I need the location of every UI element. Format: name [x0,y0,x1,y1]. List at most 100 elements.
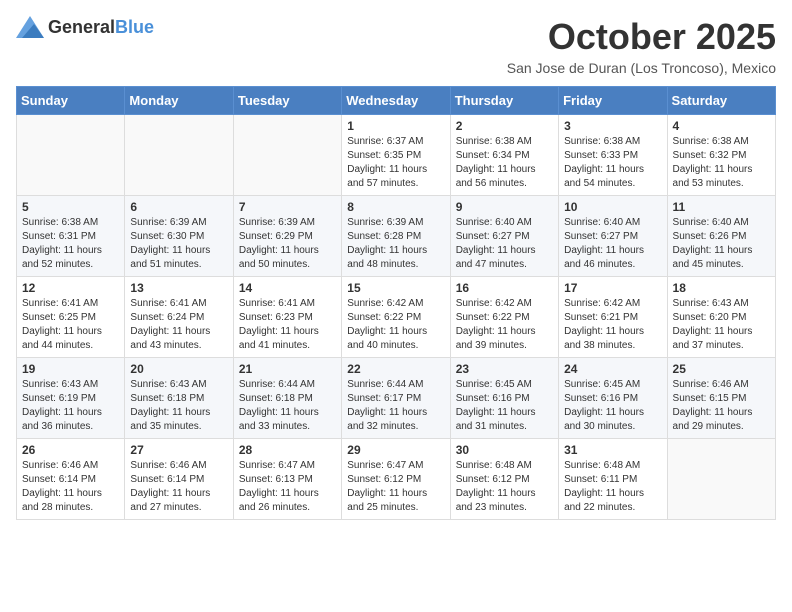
calendar-table: SundayMondayTuesdayWednesdayThursdayFrid… [16,86,776,520]
cell-info: Sunrise: 6:45 AMSunset: 6:16 PMDaylight:… [456,378,553,434]
cell-info: Sunrise: 6:38 AMSunset: 6:33 PMDaylight:… [564,135,661,191]
cell-info: Sunrise: 6:41 AMSunset: 6:23 PMDaylight:… [239,297,336,353]
cell-info: Sunrise: 6:41 AMSunset: 6:25 PMDaylight:… [22,297,119,353]
cell-info: Sunrise: 6:38 AMSunset: 6:32 PMDaylight:… [673,135,770,191]
cell-info: Sunrise: 6:40 AMSunset: 6:27 PMDaylight:… [564,216,661,272]
cell-info: Sunrise: 6:38 AMSunset: 6:31 PMDaylight:… [22,216,119,272]
day-number: 1 [347,119,444,133]
cell-info: Sunrise: 6:44 AMSunset: 6:17 PMDaylight:… [347,378,444,434]
cell-info: Sunrise: 6:46 AMSunset: 6:15 PMDaylight:… [673,378,770,434]
calendar-cell: 7Sunrise: 6:39 AMSunset: 6:29 PMDaylight… [233,196,341,277]
location-title: San Jose de Duran (Los Troncoso), Mexico [507,60,776,76]
day-number: 24 [564,362,661,376]
day-number: 5 [22,200,119,214]
month-title: October 2025 [507,16,776,58]
weekday-header-wednesday: Wednesday [342,87,450,115]
logo-general: General [48,17,115,37]
day-number: 12 [22,281,119,295]
cell-info: Sunrise: 6:48 AMSunset: 6:12 PMDaylight:… [456,459,553,515]
day-number: 25 [673,362,770,376]
weekday-header-thursday: Thursday [450,87,558,115]
page-header: GeneralBlue October 2025 San Jose de Dur… [16,16,776,76]
calendar-week-2: 5 Sunrise: 6:38 AMSunset: 6:31 PMDaylight… [17,196,776,277]
calendar-cell: 28 Sunrise: 6:47 AMSunset: 6:13 PMDayligh… [233,439,341,520]
calendar-week-1: 1 Sunrise: 6:37 AMSunset: 6:35 PMDaylight… [17,115,776,196]
cell-info: Sunrise: 6:44 AMSunset: 6:18 PMDaylight:… [239,378,336,434]
day-number: 26 [22,443,119,457]
day-number: 10 [564,200,661,214]
cell-info: Sunrise: 6:43 AMSunset: 6:19 PMDaylight:… [22,378,119,434]
calendar-cell: 1 Sunrise: 6:37 AMSunset: 6:35 PMDaylight… [342,115,450,196]
calendar-cell [17,115,125,196]
calendar-cell: 30 Sunrise: 6:48 AMSunset: 6:12 PMDayligh… [450,439,558,520]
cell-info: Sunrise: 6:43 AMSunset: 6:20 PMDaylight:… [673,297,770,353]
calendar-cell [667,439,775,520]
calendar-cell: 17Sunrise: 6:42 AMSunset: 6:21 PMDayligh… [559,277,667,358]
cell-info: Sunrise: 6:42 AMSunset: 6:22 PMDaylight:… [456,297,553,353]
calendar-cell: 21Sunrise: 6:44 AMSunset: 6:18 PMDayligh… [233,358,341,439]
calendar-cell: 13 Sunrise: 6:41 AMSunset: 6:24 PMDayligh… [125,277,233,358]
calendar-cell: 27 Sunrise: 6:46 AMSunset: 6:14 PMDayligh… [125,439,233,520]
day-number: 19 [22,362,119,376]
day-number: 20 [130,362,227,376]
day-number: 18 [673,281,770,295]
day-number: 8 [347,200,444,214]
calendar-cell: 25 Sunrise: 6:46 AMSunset: 6:15 PMDayligh… [667,358,775,439]
calendar-week-3: 12 Sunrise: 6:41 AMSunset: 6:25 PMDayligh… [17,277,776,358]
day-number: 22 [347,362,444,376]
calendar-cell: 16Sunrise: 6:42 AMSunset: 6:22 PMDayligh… [450,277,558,358]
weekday-header-row: SundayMondayTuesdayWednesdayThursdayFrid… [17,87,776,115]
cell-info: Sunrise: 6:47 AMSunset: 6:13 PMDaylight:… [239,459,336,515]
day-number: 23 [456,362,553,376]
cell-info: Sunrise: 6:40 AMSunset: 6:26 PMDaylight:… [673,216,770,272]
day-number: 14 [239,281,336,295]
cell-info: Sunrise: 6:47 AMSunset: 6:12 PMDaylight:… [347,459,444,515]
day-number: 29 [347,443,444,457]
calendar-cell: 23 Sunrise: 6:45 AMSunset: 6:16 PMDayligh… [450,358,558,439]
calendar-cell: 19 Sunrise: 6:43 AMSunset: 6:19 PMDayligh… [17,358,125,439]
cell-info: Sunrise: 6:39 AMSunset: 6:29 PMDaylight:… [239,216,336,272]
day-number: 9 [456,200,553,214]
calendar-cell: 26 Sunrise: 6:46 AMSunset: 6:14 PMDayligh… [17,439,125,520]
calendar-cell: 22 Sunrise: 6:44 AMSunset: 6:17 PMDayligh… [342,358,450,439]
cell-info: Sunrise: 6:39 AMSunset: 6:30 PMDaylight:… [130,216,227,272]
calendar-cell: 5 Sunrise: 6:38 AMSunset: 6:31 PMDaylight… [17,196,125,277]
cell-info: Sunrise: 6:46 AMSunset: 6:14 PMDaylight:… [130,459,227,515]
weekday-header-monday: Monday [125,87,233,115]
cell-info: Sunrise: 6:48 AMSunset: 6:11 PMDaylight:… [564,459,661,515]
calendar-week-5: 26 Sunrise: 6:46 AMSunset: 6:14 PMDayligh… [17,439,776,520]
cell-info: Sunrise: 6:42 AMSunset: 6:22 PMDaylight:… [347,297,444,353]
day-number: 11 [673,200,770,214]
calendar-cell: 9 Sunrise: 6:40 AMSunset: 6:27 PMDaylight… [450,196,558,277]
title-block: October 2025 San Jose de Duran (Los Tron… [507,16,776,76]
cell-info: Sunrise: 6:38 AMSunset: 6:34 PMDaylight:… [456,135,553,191]
calendar-cell: 29 Sunrise: 6:47 AMSunset: 6:12 PMDayligh… [342,439,450,520]
cell-info: Sunrise: 6:42 AMSunset: 6:21 PMDaylight:… [564,297,661,353]
logo: GeneralBlue [16,16,154,38]
calendar-cell: 14 Sunrise: 6:41 AMSunset: 6:23 PMDayligh… [233,277,341,358]
calendar-cell: 2 Sunrise: 6:38 AMSunset: 6:34 PMDaylight… [450,115,558,196]
calendar-week-4: 19 Sunrise: 6:43 AMSunset: 6:19 PMDayligh… [17,358,776,439]
weekday-header-friday: Friday [559,87,667,115]
weekday-header-saturday: Saturday [667,87,775,115]
calendar-cell: 11 Sunrise: 6:40 AMSunset: 6:26 PMDayligh… [667,196,775,277]
cell-info: Sunrise: 6:40 AMSunset: 6:27 PMDaylight:… [456,216,553,272]
day-number: 13 [130,281,227,295]
day-number: 27 [130,443,227,457]
cell-info: Sunrise: 6:46 AMSunset: 6:14 PMDaylight:… [22,459,119,515]
day-number: 15 [347,281,444,295]
cell-info: Sunrise: 6:41 AMSunset: 6:24 PMDaylight:… [130,297,227,353]
calendar-cell: 10 Sunrise: 6:40 AMSunset: 6:27 PMDayligh… [559,196,667,277]
day-number: 31 [564,443,661,457]
logo-blue: Blue [115,17,154,37]
calendar-cell: 24Sunrise: 6:45 AMSunset: 6:16 PMDayligh… [559,358,667,439]
weekday-header-sunday: Sunday [17,87,125,115]
calendar-cell: 12 Sunrise: 6:41 AMSunset: 6:25 PMDayligh… [17,277,125,358]
day-number: 28 [239,443,336,457]
day-number: 2 [456,119,553,133]
cell-info: Sunrise: 6:37 AMSunset: 6:35 PMDaylight:… [347,135,444,191]
day-number: 30 [456,443,553,457]
cell-info: Sunrise: 6:43 AMSunset: 6:18 PMDaylight:… [130,378,227,434]
calendar-cell: 31 Sunrise: 6:48 AMSunset: 6:11 PMDayligh… [559,439,667,520]
calendar-cell: 20 Sunrise: 6:43 AMSunset: 6:18 PMDayligh… [125,358,233,439]
